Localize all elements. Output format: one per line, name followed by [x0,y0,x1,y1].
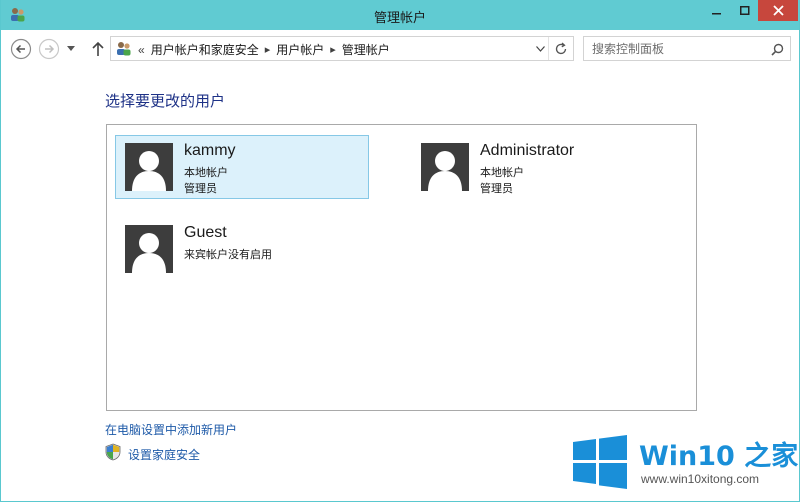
control-panel-window: 管理帐户 « 用户帐户和家庭安全 ▸ 用户帐户 ▸ 管理帐户 搜索控制面板 选择… [0,0,800,502]
search-box[interactable] [583,36,791,61]
search-icon [770,43,783,56]
refresh-icon [555,42,567,54]
user-avatar-icon [125,225,173,273]
user-tile-kammy[interactable]: kammy 本地帐户 管理员 [115,135,369,199]
watermark-title: Win10 之家 [639,441,799,472]
watermark: Win10 之家 www.win10xitong.com [569,432,800,492]
recent-locations-button[interactable] [64,38,78,60]
forward-button[interactable] [38,38,60,60]
search-input[interactable] [592,41,762,57]
refresh-button[interactable] [548,37,573,60]
user-account-type: 本地帐户 [184,167,228,179]
user-account-type: 本地帐户 [480,167,524,179]
family-safety-link[interactable]: 设置家庭安全 [128,446,200,463]
chevron-down-icon [535,45,545,52]
breadcrumb-separator-icon[interactable]: ▸ [265,43,271,56]
chevron-down-icon [67,46,75,51]
page-heading: 选择要更改的用户 [105,93,226,110]
user-avatar-icon [421,143,469,191]
address-history-button[interactable] [532,37,548,60]
maximize-icon [740,6,750,15]
maximize-button[interactable] [731,0,759,22]
user-role: 管理员 [184,183,217,195]
navigation-bar: « 用户帐户和家庭安全 ▸ 用户帐户 ▸ 管理帐户 [1,30,799,68]
user-avatar-icon [125,143,173,191]
breadcrumb-item[interactable]: 用户帐户 [276,41,324,58]
close-button[interactable] [758,0,798,21]
close-icon [772,5,784,16]
up-button[interactable] [87,38,109,60]
back-button[interactable] [10,38,32,60]
shield-icon [105,443,121,461]
watermark-url: www.win10xitong.com [641,472,760,486]
user-list: kammy 本地帐户 管理员 Administrator 本地帐户 管理员 Gu… [106,124,697,411]
title-bar: 管理帐户 [1,0,799,30]
minimize-icon [712,13,721,15]
up-arrow-icon [92,41,104,56]
address-bar[interactable]: « 用户帐户和家庭安全 ▸ 用户帐户 ▸ 管理帐户 [110,36,574,61]
windows-logo-icon [573,435,627,489]
user-account-status: 来宾帐户没有启用 [184,249,272,261]
breadcrumb: « 用户帐户和家庭安全 ▸ 用户帐户 ▸ 管理帐户 [138,41,390,58]
forward-arrow-icon [38,38,60,60]
user-name: Guest [184,224,227,241]
user-tile-administrator[interactable]: Administrator 本地帐户 管理员 [411,135,665,199]
minimize-button[interactable] [703,0,731,22]
user-role: 管理员 [480,183,513,195]
breadcrumb-separator-icon[interactable]: ▸ [330,43,336,56]
breadcrumb-item[interactable]: 管理帐户 [342,41,390,58]
user-tile-guest[interactable]: Guest 来宾帐户没有启用 [115,217,369,281]
add-user-link[interactable]: 在电脑设置中添加新用户 [105,421,237,438]
user-name: Administrator [480,142,575,159]
breadcrumb-overflow[interactable]: « [138,43,145,57]
back-arrow-icon [10,38,32,60]
window-title: 管理帐户 [373,10,426,25]
breadcrumb-item[interactable]: 用户帐户和家庭安全 [151,41,259,58]
users-icon [117,42,131,56]
user-name: kammy [184,142,236,159]
search-button[interactable] [768,40,786,58]
